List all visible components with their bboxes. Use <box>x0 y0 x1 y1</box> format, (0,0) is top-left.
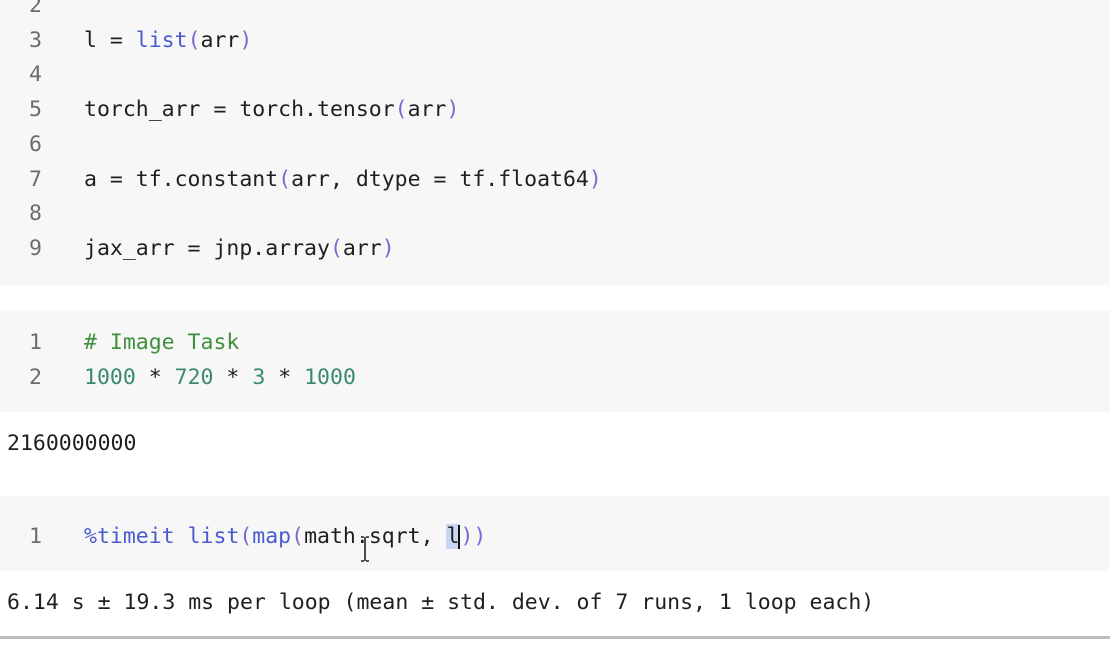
code-token: ( <box>394 97 408 123</box>
code-text: l = list(arr) <box>84 25 252 57</box>
code-text: a = tf.constant(arr, dtype = tf.float64) <box>84 164 602 196</box>
code-token: ( <box>187 27 201 53</box>
cell-output-2: 2160000000 <box>7 431 137 456</box>
code-token: list <box>187 524 240 549</box>
line-number: 1 <box>29 330 42 355</box>
mouse-ibeam-icon <box>361 536 369 562</box>
code-cell-3[interactable]: 1 %timeit list(map(math.sqrt, l)) <box>0 496 1110 571</box>
code-token: jax_arr = jnp.array <box>84 235 330 261</box>
code-text: torch_arr = torch.tensor(arr) <box>84 94 459 126</box>
line-number: 7 <box>29 166 42 192</box>
code-token: math.sqrt, <box>304 524 447 549</box>
code-text: # Image Task <box>84 327 239 359</box>
code-text: 1000 * 720 * 3 * 1000 <box>84 362 356 394</box>
code-text: jax_arr = jnp.array(arr) <box>84 233 395 265</box>
line-number: 9 <box>29 235 42 261</box>
code-token: 1000 <box>304 364 356 390</box>
line-number: 3 <box>29 27 42 53</box>
code-token: ) <box>446 97 460 123</box>
code-token: arr <box>342 235 382 261</box>
code-token: ) <box>460 524 474 549</box>
code-token: torch_arr = torch.tensor <box>84 97 395 123</box>
code-token: l = <box>84 27 136 53</box>
code-token: 720 <box>174 364 214 390</box>
code-token: arr <box>200 27 240 53</box>
code-cell-1[interactable]: 23l = list(arr) 4 5 torch_arr = torch.tenso… <box>0 0 1110 285</box>
code-token: # Image Task <box>84 330 240 355</box>
code-token: ) <box>588 166 602 192</box>
code-token: ) <box>239 27 253 53</box>
code-token: a = tf.constant <box>84 166 279 192</box>
code-token: 1000 <box>84 364 136 390</box>
code-cell-2[interactable]: 1 # Image Task 2 1000 * 720 * 3 * 1000 <box>0 310 1110 412</box>
code-token: 3 <box>252 364 266 390</box>
code-token: list <box>135 27 188 53</box>
line-number: 6 <box>29 131 42 157</box>
code-token: arr, dtype = tf.float64 <box>291 166 589 192</box>
cell-border-bottom <box>0 636 1110 639</box>
code-token: arr <box>407 97 447 123</box>
cell-output-3: 6.14 s ± 19.3 ms per loop (mean ± std. d… <box>7 590 875 615</box>
code-token: ( <box>239 524 253 549</box>
code-token: map <box>252 524 292 549</box>
line-number: 2 <box>29 0 42 18</box>
line-number: 5 <box>29 97 42 123</box>
line-number: 2 <box>29 364 42 390</box>
code-token: %timeit <box>84 524 175 549</box>
code-token: ( <box>278 166 292 192</box>
code-token: * <box>135 364 175 390</box>
code-token: * <box>265 364 305 390</box>
line-number: 8 <box>29 201 42 227</box>
line-number: 1 <box>29 524 42 549</box>
code-token: * <box>213 364 253 390</box>
code-token: ) <box>381 235 395 261</box>
code-token: ( <box>329 235 343 261</box>
line-number: 4 <box>29 62 42 88</box>
code-token: ( <box>291 524 305 549</box>
code-text: %timeit list(map(math.sqrt, l)) <box>84 521 486 553</box>
code-token: ) <box>473 524 487 549</box>
